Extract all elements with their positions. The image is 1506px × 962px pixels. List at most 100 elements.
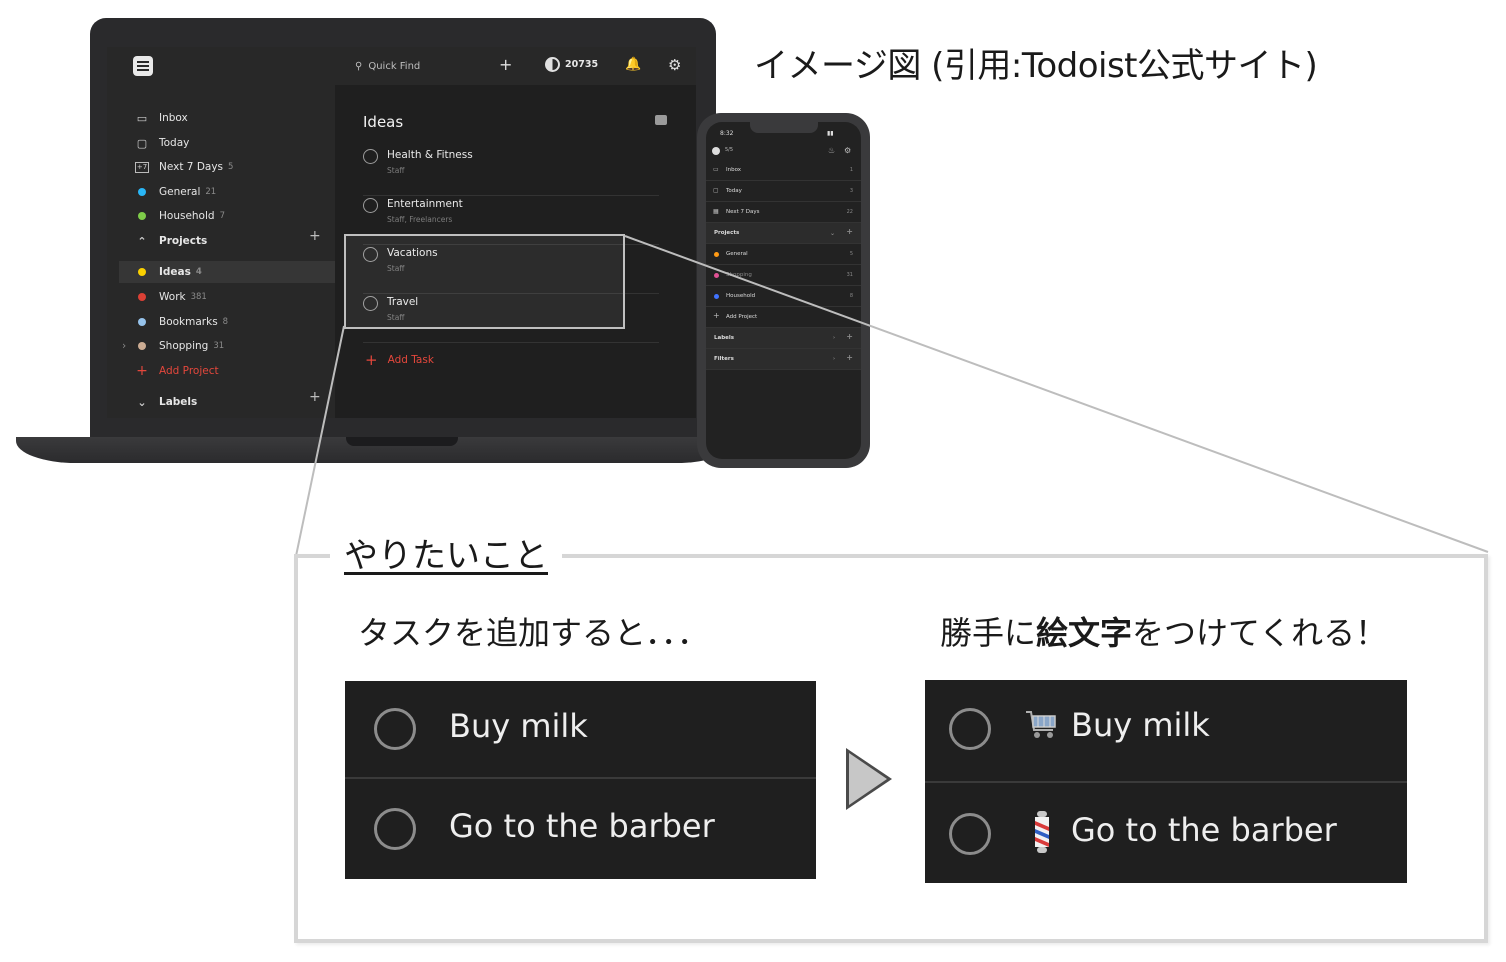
zoom-highlight-box xyxy=(344,234,625,329)
task-checkbox[interactable] xyxy=(374,708,416,750)
sidebar-item-label: Work xyxy=(159,291,186,303)
add-label-plus-icon[interactable]: + xyxy=(309,389,321,405)
plus-icon: + xyxy=(713,311,720,320)
chevron-down-icon: ⌄ xyxy=(829,230,835,237)
shopping-cart-icon xyxy=(1026,711,1056,738)
projects-section-header[interactable]: ⌃ Projects xyxy=(135,232,207,250)
sidebar-item-general[interactable]: General 21 xyxy=(135,183,216,201)
sidebar-item-label: Ideas xyxy=(159,266,191,278)
task-checkbox[interactable] xyxy=(363,149,378,164)
sidebar-item-household[interactable]: Household 7 xyxy=(135,207,225,225)
after-heading-post: をつけてくれる！ xyxy=(1132,614,1388,652)
project-color-dot xyxy=(138,342,146,350)
karma-score[interactable]: 20735 xyxy=(545,57,598,72)
task-checkbox[interactable] xyxy=(949,813,991,855)
app-topbar: ⚲ Quick Find + 20735 🔔 ⚙ xyxy=(107,47,696,85)
labels-section-header[interactable]: ⌄ Labels xyxy=(135,393,197,411)
karma-icon xyxy=(545,57,560,72)
karma-value: 20735 xyxy=(565,59,599,70)
quick-find-label: Quick Find xyxy=(368,60,421,72)
sidebar-item-count: 4 xyxy=(195,267,202,277)
add-task-plus-icon[interactable]: + xyxy=(499,56,512,74)
mobile-project-general[interactable]: General 5 xyxy=(706,244,861,265)
mobile-item-count: 1 xyxy=(849,167,853,173)
todoist-logo-icon[interactable] xyxy=(133,56,153,76)
gear-icon[interactable]: ⚙ xyxy=(844,146,851,155)
mobile-filters-header[interactable]: Filters › + xyxy=(706,349,861,370)
project-color-dot xyxy=(714,273,719,278)
mobile-item-today[interactable]: ▢ Today 3 xyxy=(706,181,861,202)
mobile-project-shopping[interactable]: Shopping 31 xyxy=(706,265,861,286)
mobile-item-count: 5 xyxy=(849,251,853,257)
task-name: Entertainment xyxy=(387,198,463,210)
mobile-projects-header[interactable]: Projects ⌄ + xyxy=(706,223,861,244)
inbox-icon: ▭ xyxy=(713,166,719,173)
sidebar-item-inbox[interactable]: ▭ Inbox xyxy=(135,109,188,127)
sidebar-item-bookmarks[interactable]: Bookmarks 8 xyxy=(135,313,228,331)
after-heading-pre: 勝手に xyxy=(940,614,1037,652)
mobile-item-count: 3 xyxy=(849,188,853,194)
gear-icon[interactable]: ⚙ xyxy=(668,56,681,74)
mobile-header-count: 5/5 xyxy=(725,147,734,153)
mobile-item-inbox[interactable]: ▭ Inbox 1 xyxy=(706,160,861,181)
task-item[interactable]: Health & Fitness Staff xyxy=(363,147,659,196)
barber-pole-icon xyxy=(1035,811,1049,853)
sidebar-item-label: Bookmarks xyxy=(159,316,218,328)
quick-find-search[interactable]: ⚲ Quick Find xyxy=(355,58,420,74)
task-name: Buy milk xyxy=(1071,706,1210,744)
add-project-label: Add Project xyxy=(726,314,758,320)
sidebar-item-count: 31 xyxy=(213,341,225,351)
task-name: Health & Fitness xyxy=(387,149,473,161)
mobile-item-label: Shopping xyxy=(726,272,752,278)
task-checkbox[interactable] xyxy=(374,808,416,850)
sidebar-item-count: 7 xyxy=(219,211,225,221)
section-label: Labels xyxy=(714,335,735,341)
mobile-item-count: 8 xyxy=(849,293,853,299)
mobile-item-label: General xyxy=(726,251,748,257)
sidebar-item-ideas[interactable]: Ideas 4 xyxy=(119,261,335,283)
before-task-list: Buy milk Go to the barber xyxy=(345,681,816,879)
task-checkbox[interactable] xyxy=(363,198,378,213)
after-heading-bold: 絵文字 xyxy=(1036,614,1133,652)
plus-icon[interactable]: + xyxy=(846,332,853,341)
task-name: Buy milk xyxy=(449,707,588,745)
page-title: Ideas xyxy=(363,113,404,131)
task-name: Go to the barber xyxy=(449,807,715,845)
bell-icon[interactable]: ♨ xyxy=(828,146,835,155)
add-project-label: Add Project xyxy=(159,365,219,377)
task-checkbox[interactable] xyxy=(949,708,991,750)
sidebar-item-label: General xyxy=(159,186,201,198)
plus-icon[interactable]: + xyxy=(846,353,853,362)
after-task-list: Buy milk Go to the barber xyxy=(925,680,1407,883)
mobile-labels-header[interactable]: Labels › + xyxy=(706,328,861,349)
chevron-right-icon: › xyxy=(832,335,835,341)
add-task-label: Add Task xyxy=(387,354,434,366)
sidebar-item-shopping[interactable]: Shopping 31 xyxy=(135,337,224,355)
task-item[interactable]: Go to the barber xyxy=(925,785,1407,883)
laptop-hinge xyxy=(346,437,458,446)
calendar-icon: ▢ xyxy=(136,136,148,150)
task-item[interactable]: Buy milk xyxy=(345,681,816,779)
sidebar-item-label: Household xyxy=(159,210,215,222)
mobile-add-project[interactable]: + Add Project xyxy=(706,307,861,328)
task-item[interactable]: Go to the barber xyxy=(345,781,816,879)
add-project-plus-icon[interactable]: + xyxy=(309,228,321,244)
add-project-button[interactable]: + Add Project xyxy=(135,362,219,380)
bell-icon[interactable]: 🔔 xyxy=(625,56,641,74)
mobile-item-count: 22 xyxy=(846,209,853,215)
mobile-item-next-7-days[interactable]: ▦ Next 7 Days 22 xyxy=(706,202,861,223)
chevron-right-icon[interactable]: › xyxy=(122,337,126,355)
plus-icon[interactable]: + xyxy=(846,227,853,236)
sidebar-item-next-7-days[interactable]: +7 Next 7 Days 5 xyxy=(135,158,233,176)
task-item[interactable]: Buy milk xyxy=(925,680,1407,783)
mobile-project-household[interactable]: Household 8 xyxy=(706,286,861,307)
comment-icon[interactable] xyxy=(655,115,667,125)
sidebar-item-today[interactable]: ▢ Today xyxy=(135,134,190,152)
mobile-item-label: Next 7 Days xyxy=(726,209,760,215)
add-task-button[interactable]: + Add Task xyxy=(365,351,434,369)
mobile-item-label: Inbox xyxy=(726,167,742,173)
next-7-days-icon: ▦ xyxy=(713,208,719,215)
sidebar-item-work[interactable]: Work 381 xyxy=(135,288,207,306)
section-label: Filters xyxy=(714,356,734,362)
sidebar-item-count: 21 xyxy=(205,187,217,197)
